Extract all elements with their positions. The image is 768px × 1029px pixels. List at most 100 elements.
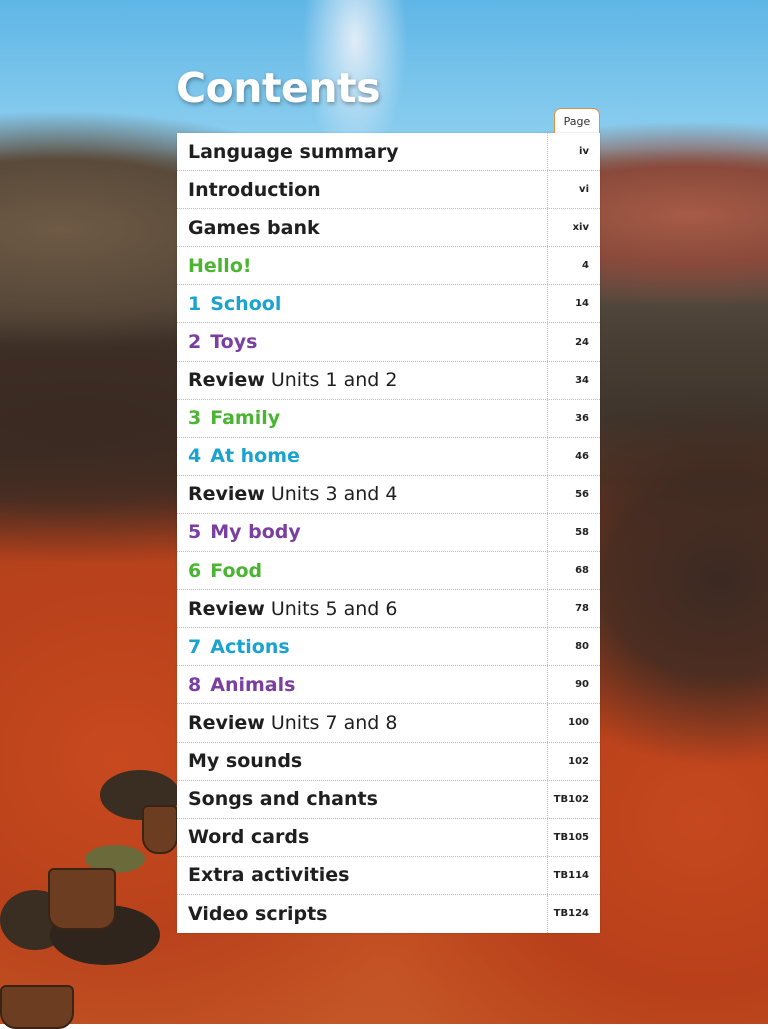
contents-entry-title: Word cards [188,819,309,856]
page-number: 34 [547,361,600,399]
entry-detail: Units 3 and 4 [270,483,398,506]
unit-number: 5 [188,521,202,544]
unit-number: 1 [188,292,202,315]
contents-row[interactable]: Extra activities TB114 [177,856,600,895]
unit-number: 8 [188,673,202,696]
entry-label: Review [188,369,265,392]
entry-label: At home [210,445,300,468]
page-number: iv [547,133,600,171]
entry-label: Toys [210,331,258,354]
contents-entry-title: 8 Animals [188,666,295,703]
contents-row[interactable]: 4 At home 46 [177,437,600,476]
entry-label: Actions [210,635,290,658]
entry-label: Games bank [188,216,320,239]
contents-row[interactable]: Review Units 7 and 8 100 [177,704,600,743]
contents-entry-title: 2 Toys [188,323,257,360]
contents-row[interactable]: 8 Animals 90 [177,666,600,705]
entry-label: Introduction [188,178,321,201]
clay-pot [48,868,116,930]
contents-row[interactable]: Songs and chants TB102 [177,780,600,819]
unit-number: 7 [188,635,202,658]
entry-label: Hello! [188,254,252,277]
entry-label: Review [188,597,265,620]
contents-row[interactable]: My sounds 102 [177,742,600,781]
contents-row[interactable]: Language summary iv [177,133,600,172]
unit-number: 4 [188,445,202,468]
entry-detail: Units 5 and 6 [270,597,398,620]
page-number: 102 [547,742,600,780]
entry-label: My sounds [188,750,303,773]
entry-label: Songs and chants [188,788,378,811]
contents-row[interactable]: Hello! 4 [177,247,600,286]
entry-label: Extra activities [188,864,350,887]
entry-detail: Units 7 and 8 [270,711,398,734]
contents-row[interactable]: Word cards TB105 [177,818,600,857]
page-number: 4 [547,247,600,285]
contents-entry-title: Review Units 5 and 6 [188,590,397,627]
contents-row[interactable]: 6 Food 68 [177,552,600,591]
page-column-header: Page [554,108,600,133]
contents-entry-title: Hello! [188,247,252,284]
contents-entry-title: Introduction [188,171,321,208]
entry-label: Review [188,483,265,506]
page-number: 78 [547,590,600,628]
page-number: TB114 [547,856,600,894]
contents-row[interactable]: Video scripts TB124 [177,894,600,933]
entry-label: Animals [210,673,296,696]
page-number: vi [547,171,600,209]
page-number: 100 [547,704,600,742]
contents-entry-title: Video scripts [188,895,328,933]
contents-row[interactable]: 1 School 14 [177,285,600,324]
contents-entry-title: Songs and chants [188,781,378,818]
contents-entry-title: My sounds [188,743,302,780]
contents-row[interactable]: Review Units 3 and 4 56 [177,475,600,514]
contents-entry-title: 5 My body [188,514,301,551]
contents-entry-title: Review Units 7 and 8 [188,704,397,741]
contents-entry-title: Review Units 1 and 2 [188,362,397,399]
contents-entry-title: Language summary [188,133,399,170]
contents-table: Language summary iv Introduction vi Games ba… [177,133,600,933]
contents-row[interactable]: Games bank xiv [177,209,600,248]
contents-row[interactable]: 7 Actions 80 [177,628,600,667]
contents-entry-title: Extra activities [188,857,350,894]
contents-row[interactable]: Review Units 1 and 2 34 [177,361,600,400]
page-number: TB102 [547,780,600,818]
contents-entry-title: 4 At home [188,438,300,475]
entry-label: Review [188,711,265,734]
page-number: 80 [547,628,600,666]
contents-row[interactable]: 3 Family 36 [177,399,600,438]
unit-number: 2 [188,331,202,354]
contents-entry-title: 6 Food [188,552,262,589]
page-number: xiv [547,209,600,247]
entry-label: Food [210,559,263,582]
page-number: 56 [547,475,600,513]
contents-row[interactable]: Introduction vi [177,171,600,210]
unit-number: 3 [188,407,202,430]
page-number: 36 [547,399,600,437]
entry-label: School [210,292,282,315]
clay-pot [142,805,178,854]
entry-label: Family [210,407,281,430]
contents-row[interactable]: 2 Toys 24 [177,323,600,362]
page-number: 46 [547,437,600,475]
contents-row[interactable]: 5 My body 58 [177,513,600,553]
contents-entry-title: 1 School [188,285,281,322]
page-number: 58 [547,513,600,552]
page-number: TB105 [547,818,600,856]
page-number: 24 [547,323,600,361]
contents-entry-title: 7 Actions [188,628,290,665]
clay-pot [0,985,74,1029]
contents-entry-title: 3 Family [188,400,280,437]
contents-entry-title: Games bank [188,209,320,246]
page-number: 90 [547,666,600,704]
entry-label: Language summary [188,140,399,163]
contents-entry-title: Review Units 3 and 4 [188,476,397,513]
entry-label: My body [210,521,301,544]
page-title: Contents [176,64,381,112]
page-number: TB124 [547,894,600,933]
page-number: 14 [547,285,600,323]
unit-number: 6 [188,559,202,582]
entry-label: Word cards [188,826,310,849]
contents-row[interactable]: Review Units 5 and 6 78 [177,590,600,629]
entry-label: Video scripts [188,902,328,925]
